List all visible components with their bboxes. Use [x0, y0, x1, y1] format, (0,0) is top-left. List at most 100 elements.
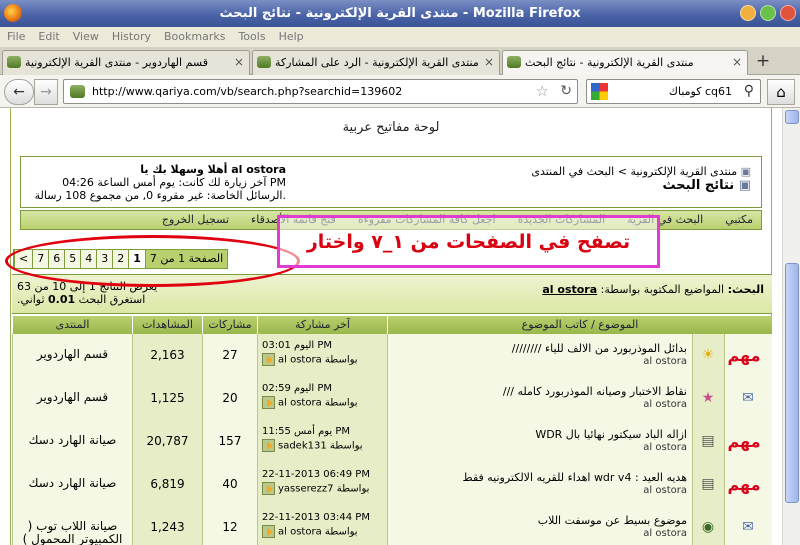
menu-help[interactable]: Help [272, 27, 310, 43]
last-post-time: يوم أمس 11:55 PM [262, 426, 351, 437]
topic-cell: موضوع بسيط عن موسفت اللاب al ostora [387, 506, 692, 545]
results-title: البحث: المواضيع المكتوبة بواسطة: al osto… [542, 283, 764, 296]
icon-cell: ◉ [692, 506, 724, 545]
views-cell: 1,125 [132, 377, 202, 420]
replies-cell: 12 [202, 506, 257, 545]
menu-bookmarks[interactable]: Bookmarks [157, 27, 231, 43]
tab-hardware[interactable]: قسم الهاردوير - منتدى القرية الإلكترونية… [2, 50, 250, 75]
replies-count[interactable]: 12 [203, 520, 257, 534]
tab-bar: قسم الهاردوير - منتدى القرية الإلكترونية… [0, 47, 800, 75]
replies-cell: 40 [202, 463, 257, 506]
menu-tools[interactable]: Tools [231, 27, 271, 43]
menu-edit[interactable]: Edit [31, 27, 65, 43]
replies-count[interactable]: 20 [203, 391, 257, 405]
topic-title-link[interactable]: هديه العيد : wdr v4 اهداء للقريه الالكتر… [463, 471, 688, 484]
back-button[interactable]: ← [4, 79, 34, 105]
icon-cell: ☀ [692, 334, 724, 377]
forum-link[interactable]: صيانة الهارد دسك [13, 434, 132, 447]
last-post-author[interactable]: al ostora [278, 355, 322, 366]
go-to-post-icon[interactable] [262, 482, 275, 495]
topic-author[interactable]: al ostora [538, 527, 687, 540]
forum-link[interactable]: قسم الهاردوير [13, 391, 132, 404]
table-row: صيانة الهارد دسك 20,787 157 يوم أمس 11:55 P… [12, 420, 772, 463]
close-tab-icon[interactable]: × [484, 51, 494, 74]
tab-reply[interactable]: منتدى القرية الإلكترونية - الرد على المش… [252, 50, 500, 75]
header-replies[interactable]: مشاركات [202, 316, 257, 334]
url-bar[interactable]: http://www.qariya.com/vb/search.php?sear… [63, 79, 578, 104]
last-post-author[interactable]: al ostora [278, 398, 322, 409]
last-post-cell: 22-11-2013 06:49 PM yasserezz7 بواسطة [257, 463, 387, 506]
replies-count[interactable]: 27 [203, 348, 257, 362]
eye-icon: ◉ [701, 519, 715, 535]
last-post-author[interactable]: yasserezz7 [278, 484, 334, 495]
star-icon: ★ [701, 390, 715, 406]
header-topic[interactable]: الموضوع / كاتب الموضوع [387, 316, 772, 334]
topic-author[interactable]: al ostora [512, 355, 687, 368]
replies-cell: 27 [202, 334, 257, 377]
icon-cell: ★ [692, 377, 724, 420]
topic-author[interactable]: al ostora [503, 398, 687, 411]
forum-link[interactable]: صيانة اللاب توب ( الكمبيوتر المحمول ) [13, 520, 132, 545]
topic-title-link[interactable]: بدائل الموذربورد من الالف للياء //////// [512, 342, 687, 355]
forward-button[interactable]: → [34, 79, 58, 105]
search-input[interactable]: كومباك cq61 ⚲ [586, 79, 761, 104]
views-cell: 6,819 [132, 463, 202, 506]
header-views[interactable]: المشاهدات [132, 316, 202, 334]
go-to-post-icon[interactable] [262, 439, 275, 452]
home-button[interactable]: ⌂ [767, 79, 795, 105]
last-post-time: 22-11-2013 06:49 PM [262, 469, 370, 480]
by-label: بواسطة [329, 440, 363, 452]
vertical-scrollbar[interactable] [782, 108, 800, 545]
close-tab-icon[interactable]: × [234, 51, 244, 74]
last-post-time: اليوم 02:59 PM [262, 383, 333, 394]
by-label: بواسطة [324, 526, 358, 538]
go-to-post-icon[interactable] [262, 525, 275, 538]
topic-title-link[interactable]: موضوع بسيط عن موسفت اللاب [538, 514, 687, 527]
menu-history[interactable]: History [105, 27, 157, 43]
last-post-author[interactable]: al ostora [278, 527, 322, 538]
results-user-link[interactable]: al ostora [542, 283, 597, 296]
forum-cell: صيانة اللاب توب ( الكمبيوتر المحمول ) [12, 506, 132, 545]
nav-my-panel[interactable]: مكتبي [725, 211, 753, 229]
annotation-box: تصفح في الصفحات من ١_٧ واختار [277, 215, 660, 268]
minimize-icon[interactable] [740, 5, 756, 21]
new-tab-button[interactable]: + [750, 50, 776, 74]
topic-status-icon: ✉ [742, 390, 754, 406]
menu-file[interactable]: File [0, 27, 31, 43]
header-last-post[interactable]: آخر مشاركة [257, 316, 387, 334]
topic-author[interactable]: al ostora [535, 441, 687, 454]
private-messages-link[interactable]: الرسائل الخاصة: غير مقروء 0, من مجموع 10… [16, 189, 286, 202]
topic-title-link[interactable]: ازاله الباد سيكتور نهائيا بال WDR [535, 428, 687, 441]
tab-search-results[interactable]: منتدى القرية الإلكترونية - نتائج البحث × [502, 50, 748, 75]
scroll-up-icon[interactable] [785, 110, 799, 124]
close-icon[interactable] [780, 5, 796, 21]
header-forum[interactable]: المنتدى [12, 316, 132, 334]
firefox-logo-icon [4, 4, 22, 22]
last-post-author[interactable]: sadek131 [278, 441, 327, 452]
navigation-bar: ← → http://www.qariya.com/vb/search.php?… [0, 75, 800, 108]
scroll-thumb[interactable] [785, 263, 799, 503]
breadcrumb-link[interactable]: منتدى القرية الإلكترونية > البحث في المن… [531, 165, 737, 178]
nav-logout[interactable]: تسجيل الخروج [162, 211, 229, 229]
menu-view[interactable]: View [66, 27, 105, 43]
go-to-post-icon[interactable] [262, 353, 275, 366]
important-badge: مهم [727, 432, 761, 451]
last-post-time: 22-11-2013 03:44 PM [262, 512, 370, 523]
close-tab-icon[interactable]: × [732, 51, 742, 74]
status-cell: مهم [724, 420, 772, 463]
icon-cell: ▤ [692, 420, 724, 463]
topic-author[interactable]: al ostora [463, 484, 687, 497]
topic-title-link[interactable]: نقاط الاختبار وصيانه الموذربورد كامله //… [503, 385, 687, 398]
maximize-icon[interactable] [760, 5, 776, 21]
results-table-header: المنتدى المشاهدات مشاركات آخر مشاركة الم… [12, 316, 772, 334]
replies-count[interactable]: 40 [203, 477, 257, 491]
search-icon[interactable]: ⚲ [744, 80, 754, 103]
reload-icon[interactable]: ↻ [560, 80, 572, 103]
replies-count[interactable]: 157 [203, 434, 257, 448]
forum-link[interactable]: قسم الهاردوير [13, 348, 132, 361]
forum-link[interactable]: صيانة الهارد دسك [13, 477, 132, 490]
go-to-post-icon[interactable] [262, 396, 275, 409]
bookmark-star-icon[interactable]: ☆ [536, 80, 549, 103]
important-badge: مهم [727, 346, 761, 365]
keyboard-title[interactable]: لوحة مفاتيح عربية [0, 120, 782, 135]
